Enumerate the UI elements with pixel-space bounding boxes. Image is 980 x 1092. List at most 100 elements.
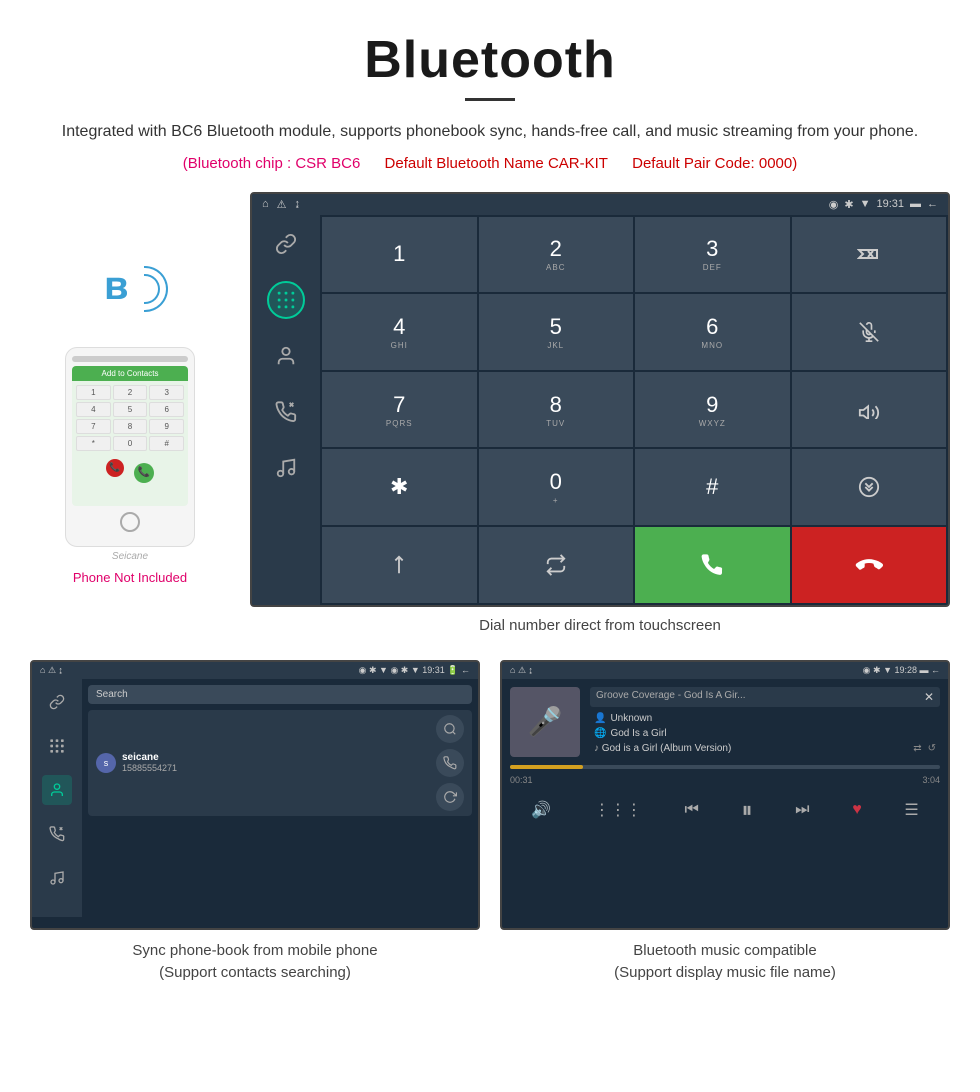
- dial-key-8[interactable]: 8TUV: [479, 372, 634, 448]
- pb-contact-info: seicane 15885554271: [122, 752, 436, 773]
- play-pause-btn[interactable]: ⏸: [738, 793, 757, 827]
- phone-mockup: Add to Contacts 1 2 3 4 5 6 7 8 9 * 0 # …: [65, 347, 195, 547]
- dial-key-merge[interactable]: [322, 527, 477, 603]
- dial-key-end[interactable]: [792, 527, 947, 603]
- pb-sidebar-music[interactable]: [42, 863, 72, 893]
- music-header: 🎤 Groove Coverage - God Is A Gir... ✕ 👤 …: [510, 687, 940, 757]
- dial-key-3[interactable]: 3DEF: [635, 217, 790, 293]
- sidebar-icon-contacts[interactable]: [267, 337, 305, 375]
- dial-key-1[interactable]: 1: [322, 217, 477, 293]
- music-screenshot: ⌂ ⚠ ↨ ◉ ✱ ▼ 19:28 ▬ ← 🎤 Groove Coverage …: [500, 660, 950, 930]
- phonebook-caption: Sync phone-book from mobile phone (Suppo…: [132, 930, 377, 985]
- music-controls: 🔊 ⋮⋮⋮ ⏮ ⏸ ⏭ ♥ ☰: [510, 793, 940, 827]
- left-panel: ʙ Add to Contacts 1 2 3 4 5 6 7 8 9 *: [30, 192, 230, 585]
- phone-key-1: 1: [76, 385, 111, 400]
- dial-key-volume[interactable]: [792, 372, 947, 448]
- sidebar-icon-call[interactable]: [267, 393, 305, 431]
- pb-contact-number: 15885554271: [122, 763, 436, 773]
- bluetooth-wave-icon: ʙ: [90, 252, 170, 332]
- equalizer-btn[interactable]: ⋮⋮⋮: [590, 796, 646, 824]
- phonebook-screenshot: ⌂ ⚠ ↨ ◉ ✱ ▼ ◉ ✱ ▼ 19:31 🔋 ←: [30, 660, 480, 930]
- phone-key-0: 0: [113, 436, 148, 451]
- dial-key-hash[interactable]: #: [635, 449, 790, 525]
- phone-end-call: 📞: [106, 459, 124, 477]
- music-artist: 👤 Unknown: [590, 711, 940, 726]
- pb-sidebar-dialpad[interactable]: [42, 731, 72, 761]
- note-icon: ♪: [594, 743, 599, 754]
- phone-key-8: 8: [113, 419, 148, 434]
- pb-sidebar-call[interactable]: [42, 819, 72, 849]
- dial-key-mute[interactable]: [792, 294, 947, 370]
- phone-keypad: 1 2 3 4 5 6 7 8 9 * 0 #: [72, 381, 188, 455]
- album-art: 🎤: [510, 687, 580, 757]
- page-title: Bluetooth: [20, 30, 960, 90]
- pb-call-action[interactable]: [436, 749, 464, 777]
- phone-not-included: Phone Not Included: [73, 570, 187, 585]
- pb-search-bar[interactable]: Search: [88, 685, 472, 704]
- phone-top-bar: [72, 356, 188, 362]
- pb-search-action[interactable]: [436, 715, 464, 743]
- sidebar-icon-link[interactable]: [267, 225, 305, 263]
- next-btn[interactable]: ⏭: [791, 797, 813, 823]
- prev-btn[interactable]: ⏮: [680, 797, 702, 823]
- pb-time: ◉ ✱ ▼ 19:31 🔋 ←: [390, 665, 470, 675]
- sidebar-icon-music[interactable]: [267, 449, 305, 487]
- warning-icon: ⚠: [277, 198, 287, 211]
- dial-key-call[interactable]: [635, 527, 790, 603]
- pb-contact-row[interactable]: s seicane 15885554271: [88, 710, 472, 816]
- status-right: ◉ ✱ ▼ 19:31 ▬ ←: [829, 198, 938, 211]
- world-icon: 🌐: [594, 728, 606, 739]
- music-main: 🎤 Groove Coverage - God Is A Gir... ✕ 👤 …: [502, 679, 948, 835]
- bluetooth-status-icon: ✱: [844, 198, 853, 211]
- pb-home-icon: ⌂: [40, 665, 45, 675]
- unknown-icon: 👤: [594, 713, 606, 724]
- music-status-left: ⌂ ⚠ ↨: [510, 665, 533, 676]
- spec-code: Default Pair Code: 0000): [632, 155, 797, 172]
- dial-key-0[interactable]: 0+: [479, 449, 634, 525]
- pb-main: Search s seicane 15885554271: [32, 679, 478, 917]
- music-album: 🌐 God Is a Girl: [590, 726, 940, 741]
- volume-btn[interactable]: 🔊: [527, 796, 555, 824]
- pb-warning-icon: ⚠ ↨: [48, 665, 63, 675]
- dial-caption: Dial number direct from touchscreen: [250, 607, 950, 650]
- bluetooth-symbol: ʙ: [104, 264, 129, 309]
- pb-contact-name: seicane: [122, 752, 436, 763]
- dial-key-backspace[interactable]: [792, 217, 947, 293]
- pb-sidebar-contacts[interactable]: [42, 775, 72, 805]
- car-status-bar: ⌂ ⚠ ↨ ◉ ✱ ▼ 19:31 ▬ ←: [252, 194, 948, 215]
- phone-key-3: 3: [149, 385, 184, 400]
- pb-refresh-action[interactable]: [436, 783, 464, 811]
- main-content: ʙ Add to Contacts 1 2 3 4 5 6 7 8 9 *: [0, 182, 980, 650]
- music-close-btn[interactable]: ✕: [924, 690, 934, 704]
- phone-call-btn: 📞: [134, 463, 154, 483]
- music-warning-icon: ⚠ ↨: [518, 665, 533, 675]
- dial-key-transfer[interactable]: [792, 449, 947, 525]
- music-status-right: ◉ ✱ ▼ 19:28 ▬ ←: [863, 665, 940, 676]
- dial-key-6[interactable]: 6MNO: [635, 294, 790, 370]
- music-progress-fill: [510, 765, 583, 769]
- status-left: ⌂ ⚠ ↨: [262, 198, 300, 211]
- phone-key-hash: #: [149, 436, 184, 451]
- dial-key-9[interactable]: 9WXYZ: [635, 372, 790, 448]
- dial-key-swap[interactable]: [479, 527, 634, 603]
- dial-key-7[interactable]: 7PQRS: [322, 372, 477, 448]
- dial-key-5[interactable]: 5JKL: [479, 294, 634, 370]
- dial-key-2[interactable]: 2ABC: [479, 217, 634, 293]
- music-progress-bar[interactable]: [510, 765, 940, 769]
- car-dialpad: 1 2ABC 3DEF: [320, 215, 948, 605]
- dial-key-star[interactable]: ✱: [322, 449, 477, 525]
- battery-icon: ▬: [910, 198, 921, 210]
- pb-sidebar-link[interactable]: [42, 687, 72, 717]
- repeat-icon: ↺: [928, 743, 936, 754]
- usb-icon: ↨: [295, 198, 301, 210]
- music-home-icon: ⌂: [510, 665, 515, 675]
- spec-name: Default Bluetooth Name CAR-KIT: [385, 155, 608, 172]
- dial-key-4[interactable]: 4GHI: [322, 294, 477, 370]
- car-sidebar: [252, 215, 320, 605]
- pb-status-bar: ⌂ ⚠ ↨ ◉ ✱ ▼ ◉ ✱ ▼ 19:31 🔋 ←: [32, 662, 478, 679]
- sidebar-icon-dialpad[interactable]: [267, 281, 305, 319]
- playlist-btn[interactable]: ☰: [900, 796, 922, 824]
- phone-screen: Add to Contacts 1 2 3 4 5 6 7 8 9 * 0 # …: [72, 366, 188, 506]
- phone-home-btn: [120, 512, 140, 532]
- favorite-btn[interactable]: ♥: [848, 797, 866, 823]
